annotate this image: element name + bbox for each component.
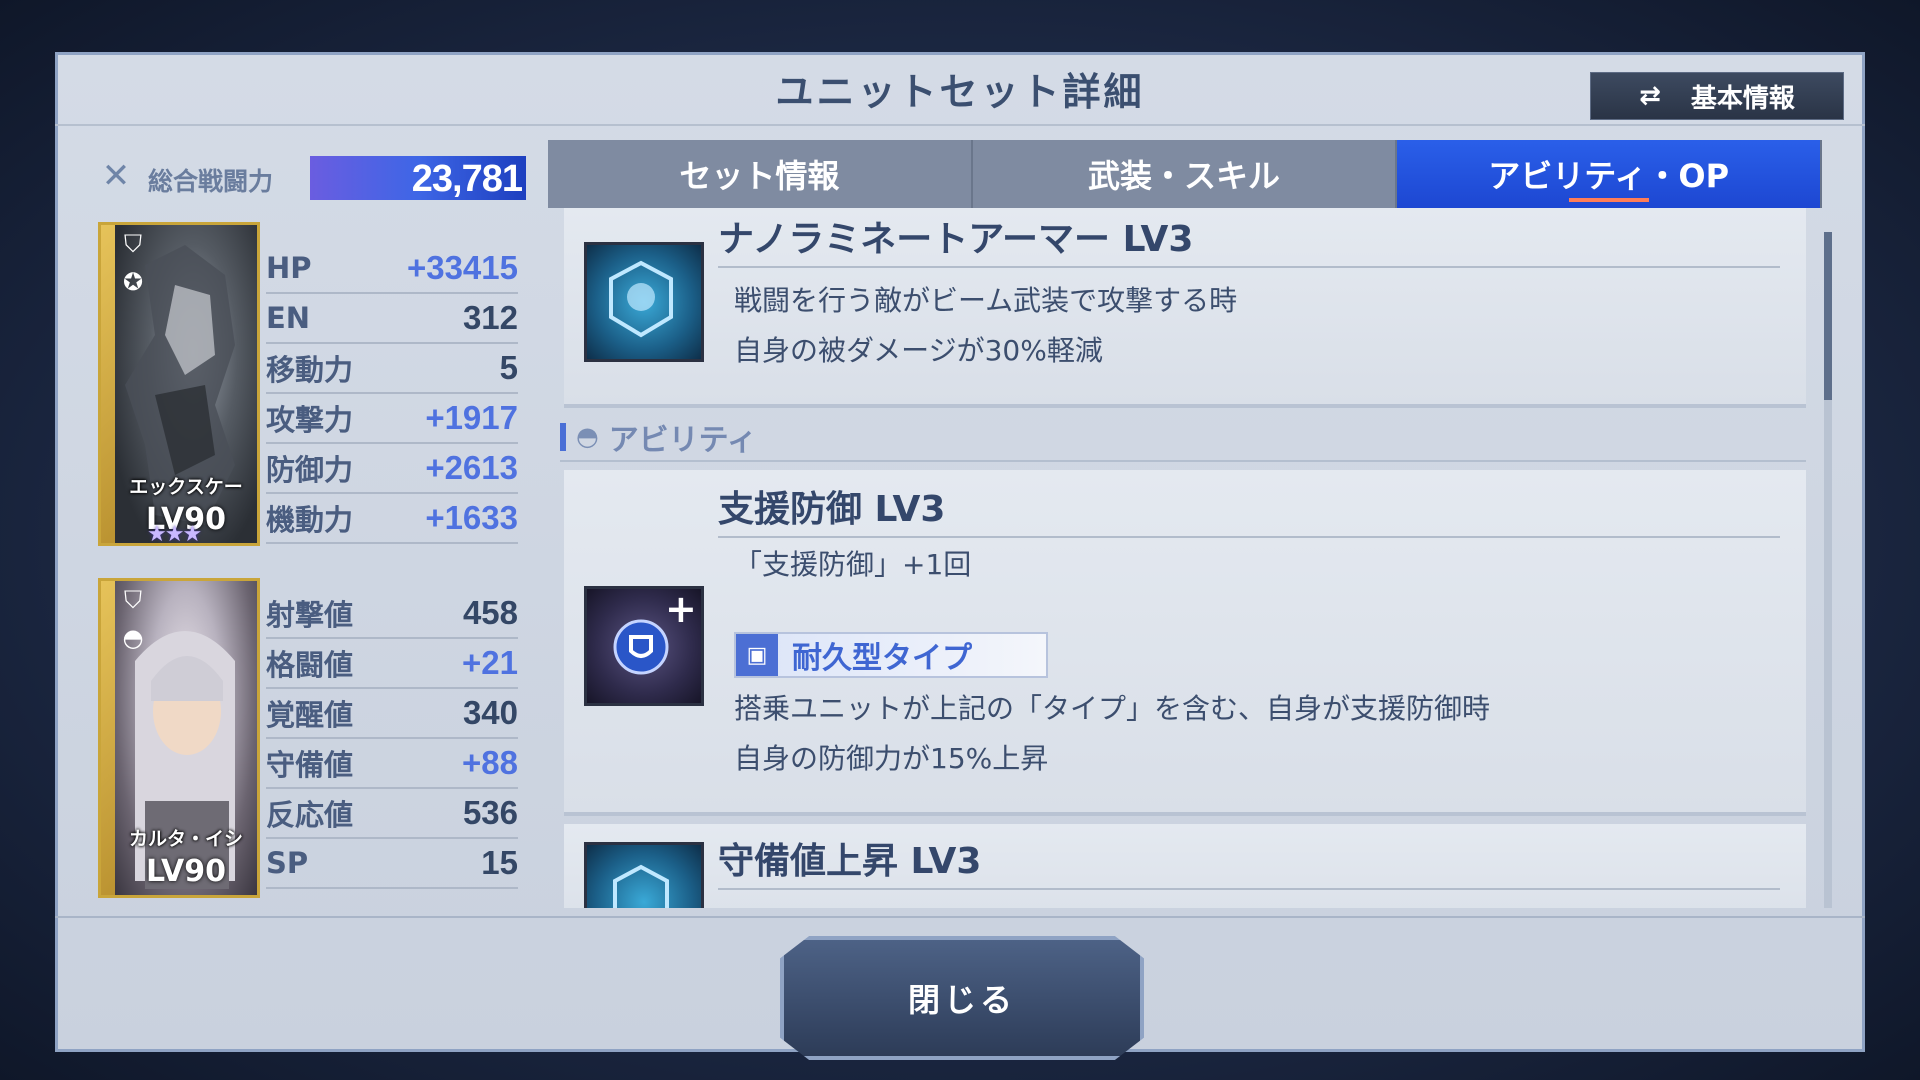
stat-row: 格闘値 +21 [266, 639, 518, 689]
stat-label: 射撃値 [266, 598, 354, 632]
stat-value: 536 [462, 794, 518, 831]
stat-value: +33415 [406, 249, 518, 286]
shield-badge-icon: ⛉ [124, 230, 142, 258]
total-power-bar: 23,781 [310, 156, 526, 200]
shuffle-icon: ⇄ [1639, 81, 1661, 111]
stat-label: 守備値 [266, 748, 354, 782]
stat-row: 守備値 +88 [266, 739, 518, 789]
section-label: アビリティ [608, 423, 757, 458]
stat-label: 格闘値 [266, 648, 354, 682]
stat-label: SP [266, 846, 309, 880]
stat-value: 15 [481, 844, 518, 881]
stat-row: SP 15 [266, 839, 518, 889]
support-defense-icon: + [584, 586, 704, 706]
stat-label: 機動力 [266, 503, 354, 537]
ability-list[interactable]: ナノラミネートアーマー LV3 戦闘を行う敵がビーム武装で攻撃する時 自身の被ダ… [548, 208, 1824, 908]
skill-card: ナノラミネートアーマー LV3 戦闘を行う敵がビーム武装で攻撃する時 自身の被ダ… [564, 208, 1806, 408]
rarity-stars: ★★★ [147, 522, 202, 546]
section-marker [560, 423, 566, 451]
skill-desc-line: 自身の防御力が15%上昇 [734, 742, 1049, 775]
tab-0[interactable]: セット情報 [548, 140, 973, 208]
stat-row: HP +33415 [266, 244, 518, 294]
type-tag: ▣ 耐久型タイプ [734, 632, 1048, 678]
tab-1[interactable]: 武装・スキル [973, 140, 1398, 208]
total-power-value: 23,781 [411, 158, 523, 200]
stat-value: 458 [462, 594, 518, 631]
scrollbar-thumb[interactable] [1824, 232, 1832, 400]
stat-value: +1917 [425, 399, 518, 436]
stat-row: 攻撃力 +1917 [266, 394, 518, 444]
type-tag-label: 耐久型タイプ [792, 641, 972, 676]
total-power: ✕ 総合戦闘力 23,781 [96, 152, 526, 200]
pilot-level: LV90 [146, 854, 226, 889]
section-header: ◓ アビリティ [560, 414, 1806, 462]
skill-card: 守備値上昇 LV3 [564, 824, 1806, 908]
basic-info-label: 基本情報 [1690, 83, 1795, 114]
pilot-stats: 射撃値 458 格闘値 +21 覚醒値 340 守備値 +88 反応値 536 SP 15 [266, 589, 518, 889]
skill-card: + 支援防御 LV3 「支援防御」+1回 ▣ 耐久型タイプ 搭乗ユニットが上記の… [564, 470, 1806, 816]
skill-desc-line: 戦闘を行う敵がビーム武装で攻撃する時 [734, 284, 1238, 317]
stat-label: 反応値 [266, 798, 354, 832]
stat-value: 340 [462, 694, 518, 731]
armor-skill-icon [584, 242, 704, 362]
defense-up-icon [584, 842, 704, 908]
crossed-swords-icon: ✕ [101, 156, 131, 196]
stat-row: 反応値 536 [266, 789, 518, 839]
stat-row: 射撃値 458 [266, 589, 518, 639]
stat-value: 312 [462, 299, 518, 336]
helmet-icon: ◓ [576, 422, 599, 452]
close-button[interactable]: 閉じる [780, 936, 1144, 1060]
stat-label: 移動力 [266, 353, 354, 387]
stat-value: +88 [462, 744, 518, 781]
skill-name: 守備値上昇 LV3 [718, 832, 1780, 890]
unit-stats: HP +33415 EN 312 移動力 5 攻撃力 +1917 防御力 +2613 機動力 +163… [266, 244, 518, 544]
unit-name: エックスケー [129, 476, 243, 498]
stat-label: EN [266, 301, 311, 335]
divider [55, 916, 1865, 918]
stat-row: 移動力 5 [266, 344, 518, 394]
skill-description: 戦闘を行う敵がビーム武装で攻撃する時 自身の被ダメージが30%軽減 [734, 276, 1237, 376]
pilot-name: カルタ・イシ [128, 828, 243, 850]
stat-row: EN 312 [266, 294, 518, 344]
page-title: ユニットセット詳細 [775, 69, 1145, 114]
star-badge-icon: ✪ [122, 268, 144, 296]
skill-name: 支援防御 LV3 [718, 480, 1780, 538]
skill-description: 「支援防御」+1回 [734, 548, 972, 581]
unit-card[interactable]: ⛉ ✪ エックスケー LV90 ★★★ [98, 222, 260, 546]
stat-value: +1633 [425, 499, 518, 536]
stat-label: 防御力 [266, 453, 354, 487]
stat-label: HP [266, 251, 312, 285]
robot-type-icon: ▣ [736, 634, 778, 676]
plus-icon: + [665, 587, 697, 631]
helmet-badge-icon: ◓ [122, 624, 144, 652]
skill-desc-line: 搭乗ユニットが上記の「タイプ」を含む、自身が支援防御時 [734, 692, 1491, 725]
stat-label: 覚醒値 [266, 698, 354, 732]
stat-label: 攻撃力 [266, 403, 354, 437]
tab-bar: セット情報 武装・スキル アビリティ・OP [548, 140, 1823, 208]
skill-description: 搭乗ユニットが上記の「タイプ」を含む、自身が支援防御時 自身の防御力が15%上昇 [734, 684, 1490, 784]
stat-value: 5 [499, 349, 518, 386]
skill-name: ナノラミネートアーマー LV3 [718, 210, 1780, 268]
skill-desc-line: 自身の被ダメージが30%軽減 [734, 334, 1103, 367]
total-power-label: 総合戦闘力 [148, 167, 274, 196]
basic-info-button[interactable]: ⇄ 基本情報 [1590, 72, 1844, 120]
tab-2[interactable]: アビリティ・OP [1397, 140, 1823, 208]
stat-row: 機動力 +1633 [266, 494, 518, 544]
stat-row: 覚醒値 340 [266, 689, 518, 739]
pilot-card[interactable]: ⛉ ◓ カルタ・イシ LV90 [98, 578, 260, 898]
shield-badge-icon: ⛉ [124, 586, 142, 614]
stat-value: +2613 [425, 449, 518, 486]
stat-value: +21 [462, 644, 518, 681]
stat-row: 防御力 +2613 [266, 444, 518, 494]
